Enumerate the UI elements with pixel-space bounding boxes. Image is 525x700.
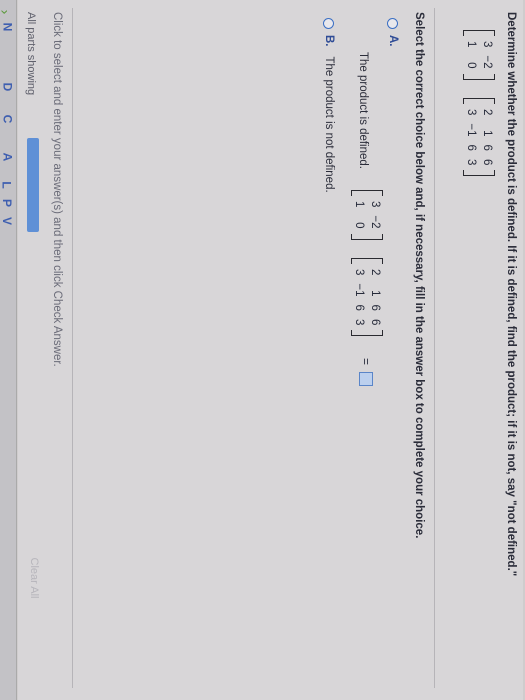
footer-instructions: Click to select and enter your answer(s)…	[51, 12, 63, 367]
matrix-b: 2 1 6 6 3 −1 6 3	[463, 98, 495, 177]
answer-matrix-a: 3 −2 1 0	[351, 190, 383, 240]
bracket-right	[351, 330, 383, 337]
choice-b[interactable]: B. The product is not defined.	[323, 18, 335, 193]
nav-letter[interactable]: L	[0, 181, 14, 188]
nav-letter[interactable]: D	[0, 83, 14, 92]
answer-input-box[interactable]	[359, 372, 373, 386]
matrix-b-cell: 2	[369, 269, 381, 276]
choice-a-text: The product is defined.	[357, 52, 369, 169]
question-text: Determine whether the product is defined…	[505, 12, 517, 577]
radio-a[interactable]	[387, 18, 399, 29]
nav-letter[interactable]: C	[0, 115, 14, 124]
choice-b-text: The product is not defined.	[323, 56, 335, 193]
bracket-right	[463, 170, 495, 177]
matrix-a-cell: 1	[465, 41, 477, 48]
matrix-a-cell: 0	[353, 222, 365, 229]
matrix-a-cell: 3	[481, 41, 493, 48]
matrix-a-cell: 1	[353, 201, 365, 208]
matrix-b-cell: 6	[353, 304, 365, 311]
divider	[72, 8, 73, 688]
matrix-b-cell: 2	[481, 109, 493, 116]
chevron-icon[interactable]: ›	[0, 10, 13, 15]
divider	[434, 8, 435, 688]
matrix-b-cell: 6	[481, 158, 493, 166]
matrix-b-cell: 3	[353, 318, 365, 326]
bracket-right	[463, 73, 495, 80]
left-nav-strip: › N D C A L P V	[0, 0, 17, 700]
matrix-a-cell: −2	[481, 55, 493, 69]
bracket-right	[351, 233, 383, 240]
matrix-a: 3 −2 1 0	[463, 30, 495, 80]
progress-bar	[27, 138, 39, 232]
matrix-b-cell: 6	[481, 144, 493, 151]
matrix-b-cell: 1	[481, 130, 493, 137]
matrix-a-cell: −2	[369, 215, 381, 229]
matrix-b-cell: 6	[369, 318, 381, 326]
matrix-a-cell: 3	[369, 201, 381, 208]
choice-b-letter: B.	[323, 35, 335, 47]
matrix-b-cell: −1	[465, 123, 477, 137]
instructions-text: Select the correct choice below and, if …	[413, 12, 425, 539]
matrix-b-cell: 3	[353, 269, 365, 276]
nav-letter[interactable]: P	[0, 199, 14, 207]
matrix-b-cell: 6	[465, 144, 477, 151]
parts-showing-label: All parts showing	[25, 12, 37, 96]
nav-letter[interactable]: N	[0, 23, 14, 32]
choice-a[interactable]: A.	[387, 18, 399, 57]
screen: › N D C A L P V Determine whether the pr…	[0, 0, 525, 700]
matrix-b-cell: −1	[353, 283, 365, 297]
matrix-a-cell: 0	[465, 62, 477, 69]
matrix-b-cell: 1	[369, 290, 381, 297]
matrix-b-cell: 3	[465, 109, 477, 116]
equals-sign: =	[359, 358, 373, 366]
choice-a-letter: A.	[387, 35, 399, 47]
nav-letter[interactable]: A	[0, 153, 14, 162]
clear-all-button[interactable]: Clear All	[25, 550, 43, 606]
nav-letter[interactable]: V	[0, 217, 14, 225]
matrix-b-cell: 6	[369, 304, 381, 311]
question-panel: Determine whether the product is defined…	[18, 0, 523, 700]
radio-b[interactable]	[323, 18, 335, 29]
answer-matrix-b: 2 1 6 6 3 −1 6 3	[351, 258, 383, 337]
matrix-b-cell: 3	[465, 158, 477, 166]
